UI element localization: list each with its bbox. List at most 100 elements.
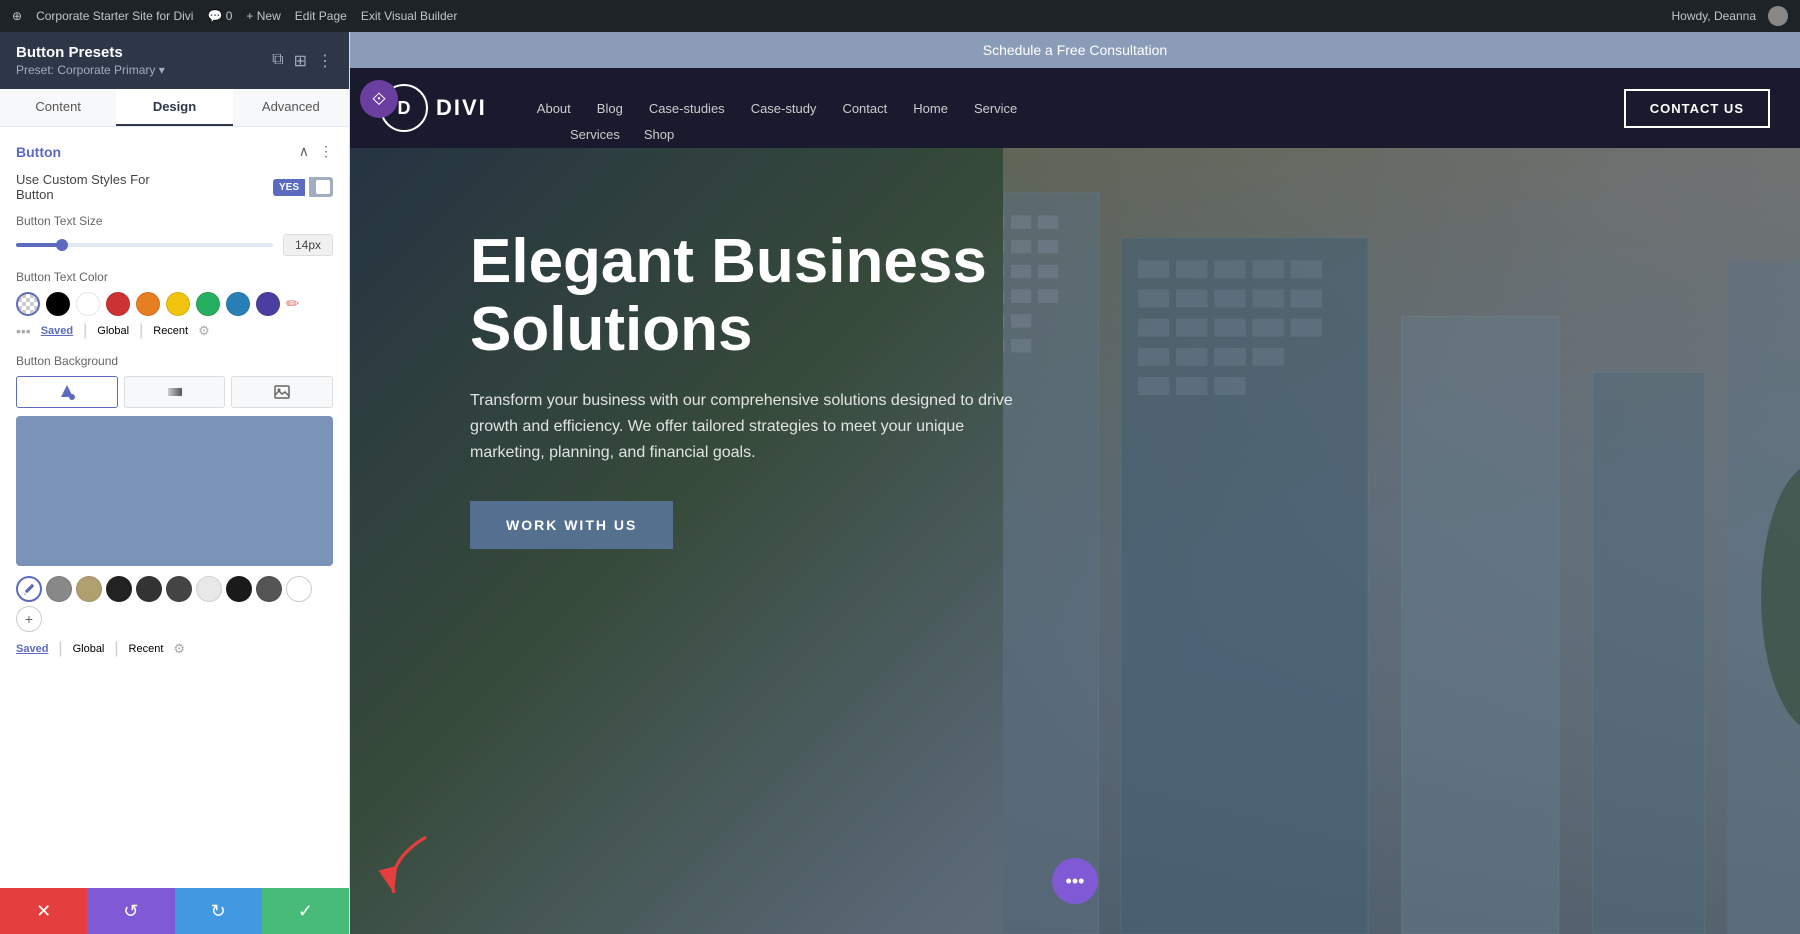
toggle-handle[interactable] bbox=[309, 177, 333, 197]
color-swatch-transparent[interactable] bbox=[16, 292, 40, 316]
color-tabs-row: ••• Saved | Global | Recent ⚙ bbox=[16, 322, 333, 340]
color-swatch-yellow[interactable] bbox=[166, 292, 190, 316]
admin-bar-left: ⊕ Corporate Starter Site for Divi 💬 0 + … bbox=[12, 9, 1656, 23]
tab-content[interactable]: Content bbox=[0, 89, 116, 126]
bottom-tab-saved[interactable]: Saved bbox=[16, 643, 48, 655]
bcs-darkest[interactable] bbox=[226, 576, 252, 602]
hero-title: Elegant Business Solutions bbox=[470, 228, 1030, 364]
nav-services[interactable]: Services bbox=[560, 121, 630, 148]
divi-fab-button[interactable]: ⟐ bbox=[360, 80, 398, 118]
undo-button[interactable]: ↺ bbox=[87, 888, 174, 934]
nav-about[interactable]: About bbox=[527, 95, 581, 122]
comments-icon[interactable]: 💬 0 bbox=[207, 9, 232, 23]
exit-builder-link[interactable]: Exit Visual Builder bbox=[361, 9, 458, 23]
redo-button[interactable]: ↻ bbox=[175, 888, 262, 934]
section-more-icon[interactable]: ⋮ bbox=[319, 143, 333, 160]
nav-service[interactable]: Service bbox=[964, 95, 1027, 122]
use-custom-label: Use Custom Styles For bbox=[16, 172, 150, 187]
text-size-slider-track[interactable] bbox=[16, 243, 273, 247]
nav-second-row: Services Shop bbox=[560, 121, 684, 148]
color-tab-saved[interactable]: Saved bbox=[41, 325, 73, 337]
notification-text: Schedule a Free Consultation bbox=[983, 42, 1167, 58]
color-swatch-white[interactable] bbox=[76, 292, 100, 316]
edit-page-link[interactable]: Edit Page bbox=[295, 9, 347, 23]
bottom-tab-global[interactable]: Global bbox=[73, 643, 105, 655]
nav-case-study[interactable]: Case-study bbox=[741, 95, 827, 122]
color-pen-icon[interactable]: ✏ bbox=[286, 294, 299, 314]
notification-bar[interactable]: Schedule a Free Consultation bbox=[350, 32, 1800, 68]
panel-tabs: Content Design Advanced bbox=[0, 89, 349, 127]
color-swatch-blue[interactable] bbox=[226, 292, 250, 316]
color-swatch-red[interactable] bbox=[106, 292, 130, 316]
nav-case-studies[interactable]: Case-studies bbox=[639, 95, 735, 122]
bcs-gray[interactable] bbox=[46, 576, 72, 602]
site-name-link[interactable]: Corporate Starter Site for Divi bbox=[36, 9, 193, 23]
text-size-slider-thumb[interactable] bbox=[56, 239, 68, 251]
floating-dots-button[interactable]: ••• bbox=[1052, 858, 1098, 904]
panel-title: Button Presets bbox=[16, 44, 165, 61]
panel-preset-label[interactable]: Preset: Corporate Primary ▾ bbox=[16, 63, 165, 77]
hero-content: Elegant Business Solutions Transform you… bbox=[350, 148, 1150, 609]
color-swatch-orange[interactable] bbox=[136, 292, 160, 316]
toggle-yes-label: YES bbox=[273, 179, 305, 196]
nav-contact[interactable]: Contact bbox=[832, 95, 897, 122]
bcs-empty[interactable] bbox=[286, 576, 312, 602]
bcs-dark2[interactable] bbox=[136, 576, 162, 602]
add-color-button[interactable]: + bbox=[16, 606, 42, 632]
color-swatch-purple[interactable] bbox=[256, 292, 280, 316]
panel-header-icons: ⧉ ⊞ ⋮ bbox=[272, 51, 333, 71]
color-swatch-black[interactable] bbox=[46, 292, 70, 316]
color-tab-recent[interactable]: Recent bbox=[153, 325, 188, 337]
save-button[interactable]: ✓ bbox=[262, 888, 349, 934]
text-size-label: Button Text Size bbox=[16, 214, 333, 228]
bcs-active-icon[interactable] bbox=[16, 576, 42, 602]
section-header: Button ∧ ⋮ bbox=[16, 143, 333, 160]
panel-copy-icon[interactable]: ⧉ bbox=[272, 51, 283, 71]
save-icon: ✓ bbox=[298, 901, 313, 922]
close-button[interactable]: ✕ bbox=[0, 888, 87, 934]
undo-icon: ↺ bbox=[123, 901, 138, 922]
new-button[interactable]: + New bbox=[246, 9, 280, 23]
bg-gradient-tab[interactable] bbox=[124, 376, 226, 408]
bottom-color-swatches: + bbox=[16, 576, 333, 632]
button-text-color-field: Button Text Color ✏ ••• Saved | bbox=[16, 270, 333, 340]
nav-shop[interactable]: Shop bbox=[634, 121, 684, 148]
contact-us-button[interactable]: CONTACT US bbox=[1624, 89, 1770, 128]
dots-expand-icon[interactable]: ••• bbox=[16, 323, 31, 339]
bcs-dark1[interactable] bbox=[106, 576, 132, 602]
site-header: D DIVI About Blog Case-studies Case-stud… bbox=[350, 68, 1800, 148]
color-settings-icon[interactable]: ⚙ bbox=[198, 323, 210, 339]
bcs-tan[interactable] bbox=[76, 576, 102, 602]
bottom-settings-icon[interactable]: ⚙ bbox=[173, 641, 185, 657]
text-size-value[interactable]: 14px bbox=[283, 234, 333, 256]
panel-grid-icon[interactable]: ⊞ bbox=[294, 51, 307, 71]
tab-advanced[interactable]: Advanced bbox=[233, 89, 349, 126]
tab-design[interactable]: Design bbox=[116, 89, 232, 126]
bg-type-tabs bbox=[16, 376, 333, 408]
section-title: Button bbox=[16, 144, 61, 160]
bg-image-tab[interactable] bbox=[231, 376, 333, 408]
section-collapse-icon[interactable]: ∧ bbox=[299, 143, 309, 160]
nav-blog[interactable]: Blog bbox=[587, 95, 633, 122]
wp-logo-icon[interactable]: ⊕ bbox=[12, 9, 22, 23]
bcs-dark3[interactable] bbox=[166, 576, 192, 602]
hero-cta-button[interactable]: WORK WITH US bbox=[470, 501, 673, 549]
panel-actions: ✕ ↺ ↻ ✓ bbox=[0, 888, 349, 934]
button-text-size-field: Button Text Size 14px bbox=[16, 214, 333, 256]
gradient-icon bbox=[166, 383, 184, 401]
use-custom-label-2: Button bbox=[16, 187, 150, 202]
color-tab-global[interactable]: Global bbox=[97, 325, 129, 337]
bcs-light[interactable] bbox=[196, 576, 222, 602]
bg-color-tab[interactable] bbox=[16, 376, 118, 408]
bottom-tab-recent[interactable]: Recent bbox=[129, 643, 164, 655]
panel-content: Button ∧ ⋮ Use Custom Styles For Button … bbox=[0, 127, 349, 888]
bg-label: Button Background bbox=[16, 354, 333, 368]
text-color-label: Button Text Color bbox=[16, 270, 333, 284]
bcs-mid[interactable] bbox=[256, 576, 282, 602]
color-swatch-green[interactable] bbox=[196, 292, 220, 316]
nav-home[interactable]: Home bbox=[903, 95, 958, 122]
toggle-switch[interactable]: YES bbox=[273, 177, 333, 197]
avatar bbox=[1768, 6, 1788, 26]
panel-more-icon[interactable]: ⋮ bbox=[317, 51, 333, 71]
bg-preview bbox=[16, 416, 333, 566]
